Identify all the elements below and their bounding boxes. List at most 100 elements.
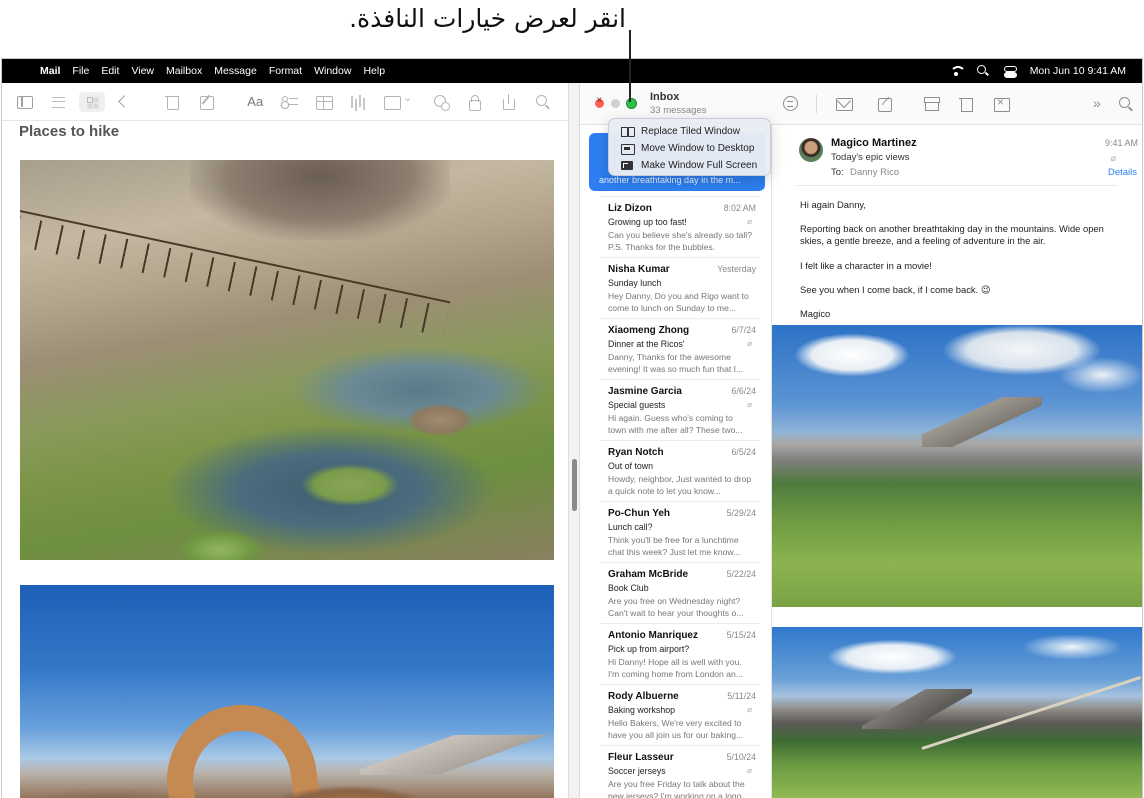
menu-mailbox[interactable]: Mailbox bbox=[166, 65, 211, 77]
message-list-item[interactable]: Liz Dizon 8:02 AM Growing up too fast! Can … bbox=[600, 196, 760, 257]
media-insert-icon[interactable] bbox=[383, 91, 412, 110]
message-list-item[interactable]: Graham McBride 5/22/24 Book Club Are you fr… bbox=[600, 562, 760, 623]
screenshot-stage: انقر لعرض خيارات النافذة. Mail File Edit… bbox=[0, 0, 1144, 798]
menu-item-label: Make Window Full Screen bbox=[641, 160, 758, 171]
menu-bar-status: Mon Jun 10 9:41 AM bbox=[949, 65, 1142, 78]
attachment-icon: ⌀ bbox=[747, 766, 752, 775]
lock-note-icon[interactable] bbox=[466, 94, 483, 111]
email-photo-alpine-meadow bbox=[772, 325, 1142, 607]
message-body: Hi again Danny, Reporting back on anothe… bbox=[800, 199, 1130, 332]
list-view-icon[interactable] bbox=[50, 94, 67, 110]
message-list-item[interactable]: Jasmine Garcia 6/6/24 Special guests Hi aga… bbox=[600, 379, 760, 440]
checklist-icon[interactable] bbox=[281, 94, 299, 110]
note-photo-rock-arch bbox=[20, 585, 554, 798]
body-paragraph: See you when I come back, if I come back… bbox=[800, 283, 991, 295]
recipient-label: To: bbox=[831, 167, 844, 178]
archive-icon[interactable] bbox=[923, 96, 941, 112]
table-icon[interactable] bbox=[315, 94, 334, 110]
message-time: 9:41 AM bbox=[1104, 138, 1138, 148]
get-mail-icon[interactable] bbox=[835, 96, 853, 112]
wifi-icon[interactable] bbox=[949, 65, 966, 77]
message-list-item[interactable]: Rody Albuerne 5/11/24 Baking workshop Hello… bbox=[600, 684, 760, 745]
menu-item-full-screen[interactable]: Make Window Full Screen bbox=[609, 157, 770, 174]
menu-message[interactable]: Message bbox=[214, 65, 266, 77]
message-list: another breathtaking day in the m... Liz… bbox=[580, 125, 772, 798]
control-center-icon[interactable] bbox=[1003, 65, 1017, 78]
window-close-button[interactable] bbox=[595, 95, 604, 108]
body-paragraph: Reporting back on another breathtaking d… bbox=[800, 223, 1104, 247]
gallery-view-icon[interactable] bbox=[78, 91, 106, 112]
menu-item-move-to-desktop[interactable]: Move Window to Desktop bbox=[609, 140, 770, 157]
message-sender: Po-Chun Yeh bbox=[608, 508, 671, 519]
text-format-icon[interactable]: Aa bbox=[247, 94, 264, 110]
window-minimize-button[interactable] bbox=[611, 99, 620, 108]
filter-icon[interactable] bbox=[782, 96, 800, 112]
message-subject: Today's epic views bbox=[831, 152, 910, 163]
message-subject: Growing up too fast! bbox=[608, 217, 687, 227]
message-list-item[interactable]: Nisha Kumar Yesterday Sunday lunch Hey Dann… bbox=[600, 257, 760, 318]
window-options-menu: Replace Tiled Window Move Window to Desk… bbox=[608, 118, 771, 176]
message-preview: Danny, Thanks for the awesome evening! I… bbox=[608, 352, 744, 374]
message-subject: Special guests bbox=[608, 400, 666, 410]
message-sender: Liz Dizon bbox=[608, 203, 652, 214]
menu-view[interactable]: View bbox=[131, 65, 163, 77]
message-list-item[interactable]: Antonio Manriquez 5/15/24 Pick up from air… bbox=[600, 623, 760, 684]
new-note-icon[interactable] bbox=[198, 94, 215, 110]
more-toolbar-icon[interactable]: » bbox=[1093, 96, 1111, 112]
details-link[interactable]: Details bbox=[1108, 167, 1137, 178]
split-view-divider bbox=[568, 83, 580, 798]
split-view-handle[interactable] bbox=[572, 459, 577, 511]
audio-recording-icon[interactable] bbox=[349, 94, 366, 110]
message-sender: Xiaomeng Zhong bbox=[608, 325, 690, 336]
menu-window[interactable]: Window bbox=[314, 65, 360, 77]
menu-edit[interactable]: Edit bbox=[101, 65, 128, 77]
attachment-icon: ⌀ bbox=[747, 339, 752, 348]
message-subject: Book Club bbox=[608, 583, 649, 593]
menu-app-name[interactable]: Mail bbox=[40, 65, 69, 77]
message-subject: Lunch call? bbox=[608, 522, 653, 532]
desktop-screen: Mail File Edit View Mailbox Message Form… bbox=[1, 58, 1143, 798]
collaborate-icon[interactable] bbox=[432, 94, 451, 111]
message-list-item[interactable]: Ryan Notch 6/5/24 Out of town Howdy, neighb… bbox=[600, 440, 760, 501]
message-sender: Graham McBride bbox=[608, 569, 689, 580]
callout: انقر لعرض خيارات النافذة. bbox=[0, 0, 1144, 58]
desktop-window-icon bbox=[621, 144, 635, 155]
message-list-item[interactable]: Xiaomeng Zhong 6/7/24 Dinner at the Ricos'… bbox=[600, 318, 760, 379]
message-sender: Antonio Manriquez bbox=[608, 630, 698, 641]
spotlight-search-icon[interactable] bbox=[976, 65, 990, 77]
message-date: 8:02 AM bbox=[723, 203, 756, 213]
message-preview: Howdy, neighbor, Just wanted to drop a q… bbox=[608, 474, 752, 496]
email-photo-mountain-path bbox=[772, 627, 1142, 798]
message-count: 33 messages bbox=[650, 105, 707, 116]
selected-message-preview: another breathtaking day in the m... bbox=[599, 175, 741, 185]
message-date: 5/29/24 bbox=[726, 508, 756, 518]
compose-icon[interactable] bbox=[876, 96, 894, 112]
message-sender: Fleur Lasseur bbox=[608, 752, 674, 763]
message-preview: Are you free on Wednesday night? Can't w… bbox=[608, 596, 744, 618]
notes-search-icon[interactable] bbox=[534, 94, 551, 110]
share-icon[interactable] bbox=[500, 93, 517, 110]
message-subject: Soccer jerseys bbox=[608, 766, 666, 776]
message-sender: Rody Albuerne bbox=[608, 691, 679, 702]
note-title: Places to hike bbox=[19, 123, 120, 140]
mail-search-icon[interactable] bbox=[1117, 96, 1135, 112]
junk-icon[interactable] bbox=[993, 95, 1011, 112]
message-sender: Ryan Notch bbox=[608, 447, 664, 458]
menu-format[interactable]: Format bbox=[269, 65, 311, 77]
menu-bar-clock[interactable]: Mon Jun 10 9:41 AM bbox=[1030, 65, 1126, 77]
menu-item-label: Move Window to Desktop bbox=[641, 143, 755, 154]
note-photo-hot-springs bbox=[20, 160, 554, 560]
trash-icon[interactable] bbox=[958, 96, 976, 112]
message-list-item[interactable]: Po-Chun Yeh 5/29/24 Lunch call? Think you'l… bbox=[600, 501, 760, 562]
message-list-item[interactable]: Fleur Lasseur 5/10/24 Soccer jerseys Are yo… bbox=[600, 745, 760, 798]
menu-file[interactable]: File bbox=[72, 65, 98, 77]
menu-help[interactable]: Help bbox=[363, 65, 394, 77]
delete-note-icon[interactable] bbox=[164, 94, 181, 110]
back-chevron-icon[interactable] bbox=[115, 94, 132, 110]
body-paragraph: I felt like a character in a movie! bbox=[800, 259, 932, 271]
message-date: 5/15/24 bbox=[726, 630, 756, 640]
message-preview: Are you free Friday to talk about the ne… bbox=[608, 779, 749, 798]
sidebar-toggle-icon[interactable] bbox=[16, 94, 33, 110]
recipient-name[interactable]: Danny Rico bbox=[850, 167, 899, 178]
menu-item-replace-tiled-window[interactable]: Replace Tiled Window bbox=[609, 123, 770, 140]
